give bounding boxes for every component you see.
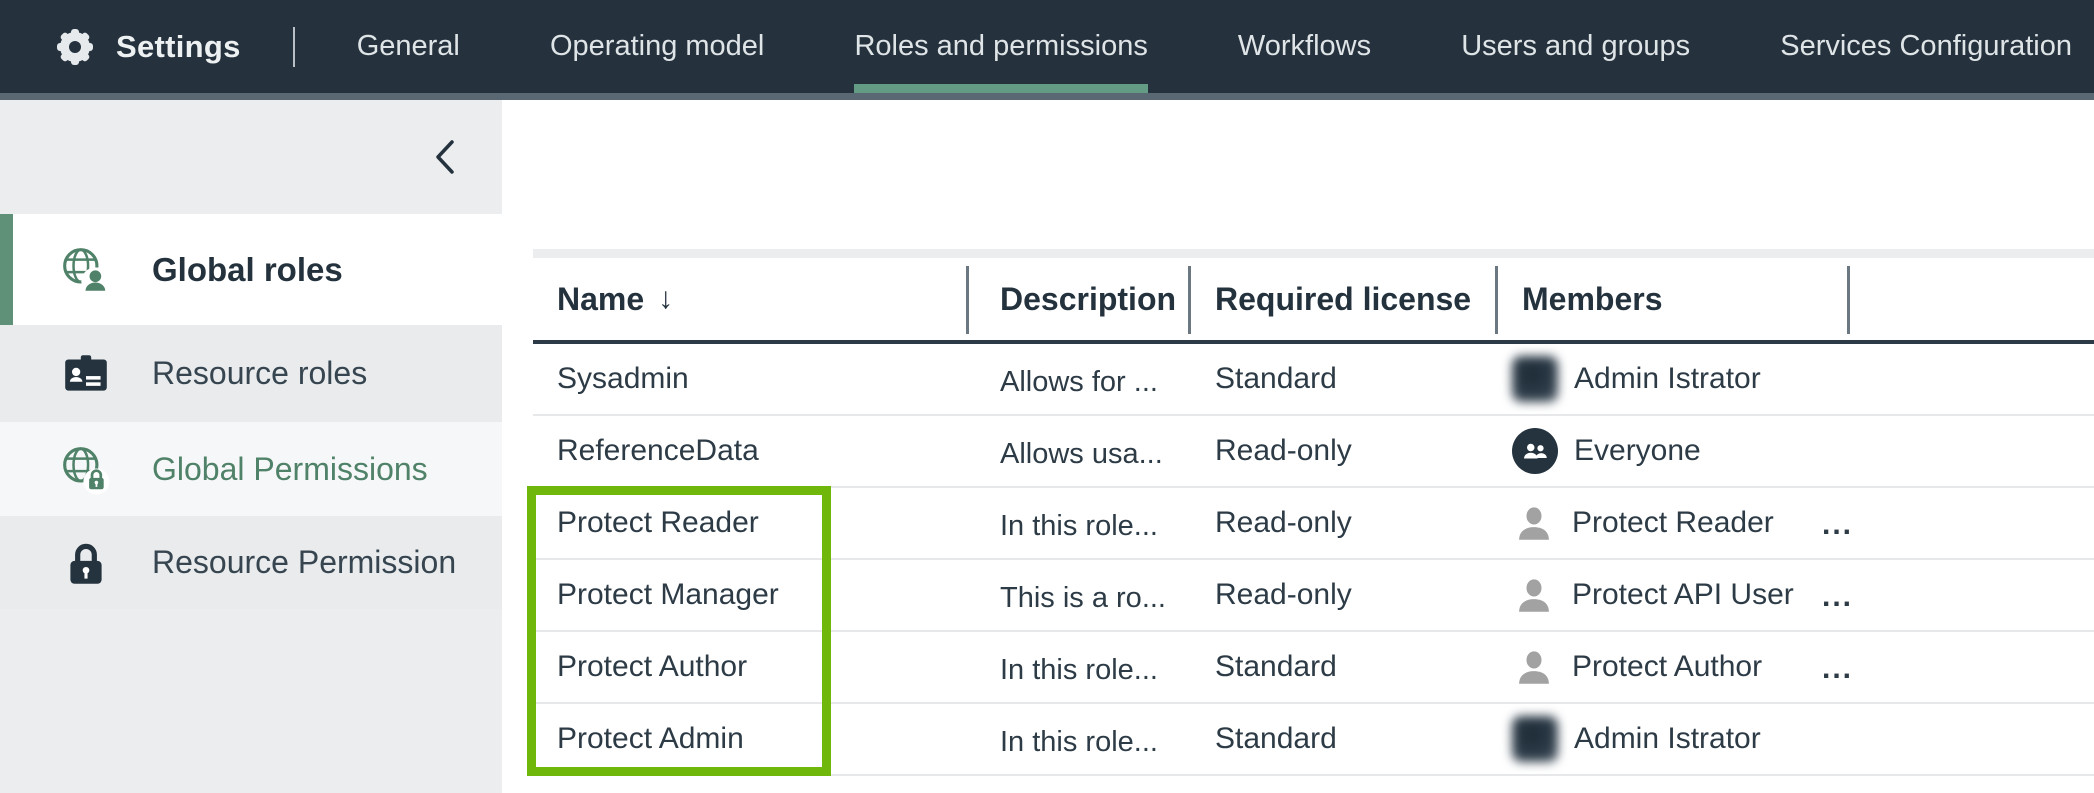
members-cell: Protect Author ... [1498, 632, 1850, 702]
role-name: Sysadmin [533, 362, 969, 396]
chevron-left-icon [432, 137, 458, 177]
sidebar-item-label: Global Permissions [152, 451, 428, 488]
member-name: Admin Istrator [1574, 722, 1761, 756]
lock-icon [60, 537, 112, 589]
table-body: Sysadmin Allows for ... Standard Admin I… [533, 344, 2094, 776]
gear-icon [54, 26, 96, 68]
tab-services-configuration[interactable]: Services Configuration [1780, 0, 2072, 93]
id-card-icon [60, 348, 112, 400]
required-license: Read-only [1191, 434, 1498, 468]
tab-general[interactable]: General [357, 0, 460, 93]
table-header-row: Name ↓ Description Required license Memb… [533, 258, 2094, 344]
sidebar-collapse-button[interactable] [430, 136, 460, 178]
role-description: Allows for ... [969, 360, 1191, 399]
table-row-protect-reader[interactable]: Protect Reader In this role... Read-only… [533, 488, 2094, 560]
role-description: In this role... [969, 648, 1191, 687]
table-row-sysadmin[interactable]: Sysadmin Allows for ... Standard Admin I… [533, 344, 2094, 416]
required-license: Read-only [1191, 578, 1498, 612]
role-description: In this role... [969, 504, 1191, 543]
column-header-name[interactable]: Name ↓ [533, 258, 969, 340]
required-license: Standard [1191, 650, 1498, 684]
table-row-protect-admin[interactable]: Protect Admin In this role... Standard A… [533, 704, 2094, 776]
required-license: Standard [1191, 362, 1498, 396]
role-name: Protect Reader [533, 506, 969, 540]
column-header-description[interactable]: Description [969, 258, 1191, 340]
more-members-ellipsis[interactable]: ... [1822, 580, 1850, 614]
top-navbar: Settings General Operating model Roles a… [0, 0, 2094, 93]
members-cell: Protect Reader ... [1498, 488, 1850, 558]
sort-desc-icon[interactable]: ↓ [658, 282, 673, 316]
sidebar-item-resource-roles[interactable]: Resource roles [0, 325, 502, 422]
more-members-ellipsis[interactable]: ... [1822, 652, 1850, 686]
table-row-referencedata[interactable]: ReferenceData Allows usa... Read-only Ev… [533, 416, 2094, 488]
blurred-avatar [1512, 716, 1558, 762]
member-name: Protect Author [1572, 650, 1762, 684]
role-name: ReferenceData [533, 434, 969, 468]
app-title: Settings [116, 29, 241, 65]
tab-users-and-groups[interactable]: Users and groups [1461, 0, 1690, 93]
column-header-required-license[interactable]: Required license [1191, 258, 1498, 340]
sidebar-item-global-roles[interactable]: Global roles [0, 214, 502, 325]
globe-lock-icon [60, 443, 112, 495]
blurred-avatar [1512, 356, 1558, 402]
person-silhouette-icon [1512, 500, 1556, 546]
group-circle-icon [1512, 428, 1558, 474]
sidebar-item-global-permissions[interactable]: Global Permissions [0, 422, 502, 516]
role-name: Protect Author [533, 650, 969, 684]
column-header-empty [1850, 258, 2094, 340]
settings-menu-button[interactable]: Settings [54, 0, 241, 93]
table-row-protect-manager[interactable]: Protect Manager This is a ro... Read-onl… [533, 560, 2094, 632]
member-name: Protect API User [1572, 578, 1794, 612]
members-cell: Admin Istrator [1498, 344, 1850, 414]
role-name: Protect Manager [533, 578, 969, 612]
role-description: In this role... [969, 720, 1191, 759]
role-description: Allows usa... [969, 432, 1191, 471]
navbar-divider [293, 27, 295, 67]
person-silhouette-icon [1512, 572, 1556, 618]
members-cell: Protect API User ... [1498, 560, 1850, 630]
sidebar-filler [0, 609, 502, 793]
required-license: Read-only [1191, 506, 1498, 540]
sidebar: Global roles Resource roles [0, 100, 502, 793]
table-top-strip [533, 249, 2094, 258]
sidebar-header [0, 100, 502, 214]
member-name: Everyone [1574, 434, 1701, 468]
role-description: This is a ro... [969, 576, 1191, 615]
sidebar-item-label: Resource Permission [152, 544, 456, 581]
globe-user-icon [60, 244, 112, 296]
member-name: Admin Istrator [1574, 362, 1761, 396]
table-row-protect-author[interactable]: Protect Author In this role... Standard … [533, 632, 2094, 704]
member-name: Protect Reader [1572, 506, 1774, 540]
sidebar-item-label: Global roles [152, 251, 343, 289]
members-cell: Admin Istrator [1498, 704, 1850, 774]
sidebar-item-resource-permission[interactable]: Resource Permission [0, 516, 502, 609]
sidebar-item-label: Resource roles [152, 355, 367, 392]
tab-workflows[interactable]: Workflows [1238, 0, 1371, 93]
more-members-ellipsis[interactable]: ... [1822, 508, 1850, 542]
tab-operating-model[interactable]: Operating model [550, 0, 764, 93]
navbar-bottom-strip [0, 93, 2094, 100]
required-license: Standard [1191, 722, 1498, 756]
column-header-members[interactable]: Members [1498, 258, 1850, 340]
members-cell: Everyone [1498, 416, 1850, 486]
navbar-tabs: General Operating model Roles and permis… [357, 0, 2094, 93]
role-name: Protect Admin [533, 722, 969, 756]
person-silhouette-icon [1512, 644, 1556, 690]
tab-roles-and-permissions[interactable]: Roles and permissions [854, 0, 1147, 93]
